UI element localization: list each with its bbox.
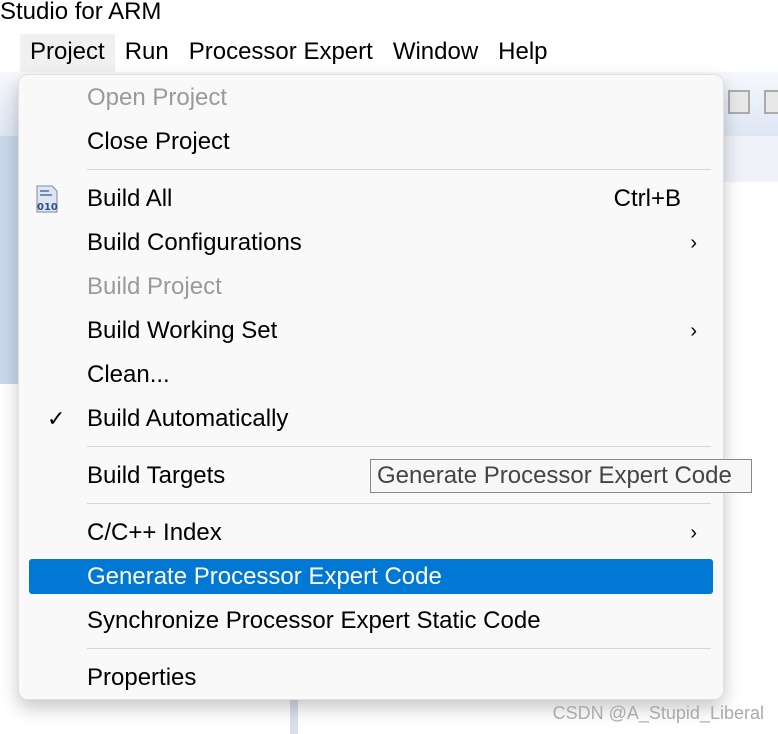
- separator: [87, 648, 711, 649]
- toolbar-pilcrow-icon[interactable]: [764, 90, 778, 114]
- tooltip: Generate Processor Expert Code: [370, 459, 752, 493]
- menu-item-build-project[interactable]: Build Project: [29, 269, 713, 305]
- menu-processor-expert[interactable]: Processor Expert: [179, 34, 383, 72]
- label: Build All: [87, 185, 173, 212]
- shortcut: Ctrl+B: [613, 185, 681, 212]
- menubar-spacer: [0, 34, 20, 72]
- project-menu: Open Project Close Project 010 Build All…: [18, 74, 724, 700]
- menu-item-cc-index[interactable]: C/C++ Index ›: [29, 515, 713, 551]
- menu-help[interactable]: Help: [488, 34, 557, 72]
- label: Open Project: [87, 84, 228, 111]
- label: C/C++ Index: [87, 519, 222, 546]
- check-icon: ✓: [47, 406, 66, 431]
- menu-item-sync-pe-static[interactable]: Synchronize Processor Expert Static Code: [29, 603, 713, 639]
- watermark: CSDN @A_Stupid_Liberal: [552, 703, 764, 723]
- menu-item-close-project[interactable]: Close Project: [29, 124, 713, 160]
- label: Properties: [87, 664, 197, 691]
- label: Generate Processor Expert Code: [87, 563, 442, 590]
- toolbar-list-icon[interactable]: [728, 90, 750, 114]
- window-title: Studio for ARM: [0, 0, 162, 25]
- submenu-arrow-icon: ›: [690, 320, 697, 342]
- submenu-arrow-icon: ›: [690, 522, 697, 544]
- menu-item-build-configurations[interactable]: Build Configurations ›: [29, 225, 713, 261]
- label: Build Targets: [87, 462, 226, 489]
- menu-item-clean[interactable]: Clean...: [29, 357, 713, 393]
- label: Build Working Set: [87, 317, 278, 344]
- separator: [87, 169, 711, 170]
- menu-item-generate-pe-code[interactable]: Generate Processor Expert Code: [29, 559, 713, 594]
- menu-item-build-working-set[interactable]: Build Working Set ›: [29, 313, 713, 349]
- icon-text: 010: [37, 202, 58, 213]
- label: Close Project: [87, 128, 230, 155]
- separator: [87, 503, 711, 504]
- left-panel: [0, 136, 20, 384]
- panel-divider[interactable]: [290, 700, 298, 734]
- menu-item-properties[interactable]: Properties: [29, 660, 713, 696]
- label: Build Configurations: [87, 229, 302, 256]
- label: Build Automatically: [87, 405, 289, 432]
- menu-item-build-all[interactable]: 010 Build All Ctrl+B: [29, 181, 713, 217]
- label: Synchronize Processor Expert Static Code: [87, 607, 541, 634]
- label: Clean...: [87, 361, 170, 388]
- menu-run[interactable]: Run: [115, 34, 179, 72]
- menu-item-open-project[interactable]: Open Project: [29, 80, 713, 116]
- menu-window[interactable]: Window: [383, 34, 488, 72]
- build-all-icon: 010: [36, 185, 58, 213]
- menubar: Project Run Processor Expert Window Help: [0, 34, 778, 72]
- submenu-arrow-icon: ›: [690, 232, 697, 254]
- label: Build Project: [87, 273, 222, 300]
- menu-project[interactable]: Project: [20, 34, 115, 72]
- menu-item-build-automatically[interactable]: ✓ Build Automatically: [29, 401, 713, 437]
- separator: [87, 446, 711, 447]
